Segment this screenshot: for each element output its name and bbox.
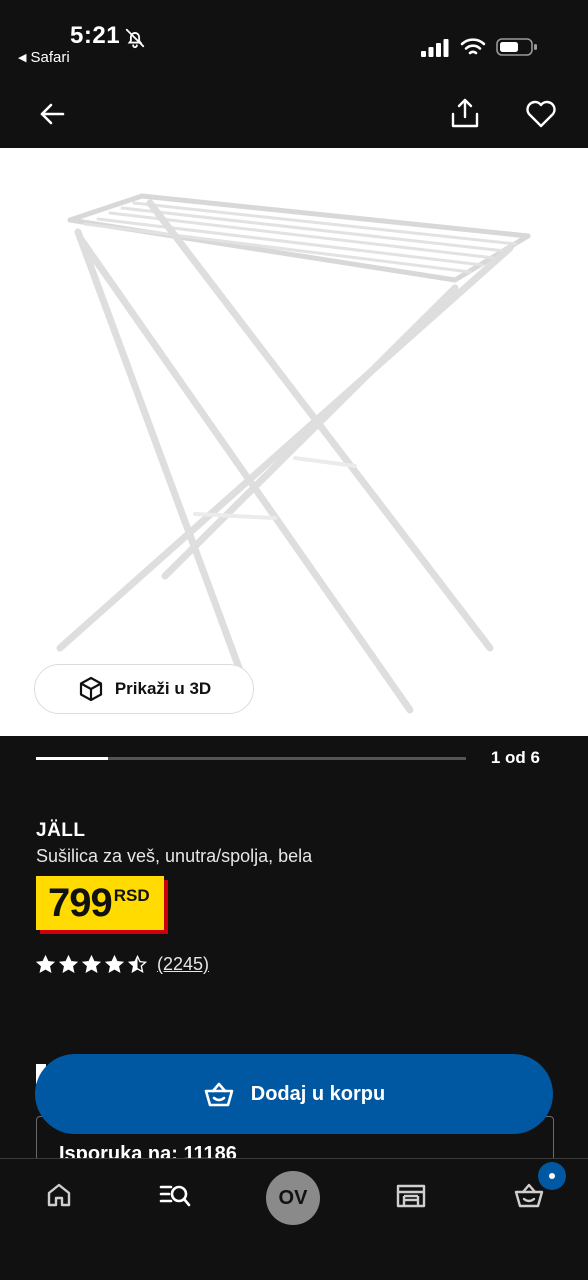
bottom-tab-bar: OV bbox=[0, 1158, 588, 1280]
star-icon bbox=[59, 955, 78, 973]
cube-icon bbox=[79, 676, 102, 702]
heart-icon[interactable] bbox=[524, 98, 558, 130]
price-value: 799 bbox=[48, 881, 113, 925]
product-name: JÄLL bbox=[36, 820, 86, 841]
battery-icon bbox=[496, 38, 537, 56]
price-tag: 799 RSD bbox=[36, 876, 164, 930]
product-description: Sušilica za veš, unutra/spolja, bela bbox=[36, 846, 313, 866]
star-icon bbox=[105, 955, 124, 973]
product-image[interactable]: Prikaži u 3D bbox=[0, 148, 588, 736]
tab-stores[interactable] bbox=[388, 1177, 434, 1213]
back-app-label: Safari bbox=[30, 49, 70, 66]
home-icon bbox=[47, 1183, 71, 1207]
view-3d-button[interactable]: Prikaži u 3D bbox=[34, 664, 254, 714]
bell-slash-icon bbox=[125, 28, 145, 49]
back-arrow-icon[interactable] bbox=[36, 98, 68, 130]
back-to-app[interactable]: ◀ Safari bbox=[18, 49, 70, 66]
page-indicator: 1 od 6 bbox=[490, 748, 540, 767]
basket-icon bbox=[204, 1082, 234, 1107]
add-to-cart-label: Dodaj u korpu bbox=[250, 1082, 386, 1105]
rating-count[interactable]: (2245) bbox=[157, 954, 209, 975]
rating-stars bbox=[36, 955, 147, 974]
rating[interactable]: (2245) bbox=[36, 954, 209, 975]
add-to-cart-button[interactable]: Dodaj u korpu bbox=[35, 1054, 553, 1134]
image-carousel-indicator: 1 od 6 bbox=[0, 736, 588, 786]
tab-search[interactable] bbox=[152, 1177, 198, 1213]
drying-rack-image bbox=[56, 193, 531, 714]
status-bar: 5:21 ◀ Safari bbox=[0, 0, 588, 78]
signal-icon bbox=[421, 39, 449, 57]
star-icon bbox=[36, 955, 55, 973]
search-list-icon bbox=[159, 1185, 191, 1207]
carousel-progress-fill bbox=[36, 757, 108, 760]
tab-profile[interactable]: OV bbox=[266, 1171, 320, 1225]
cart-badge bbox=[538, 1162, 566, 1190]
star-icon bbox=[128, 955, 147, 973]
cart-icon bbox=[514, 1183, 544, 1208]
profile-initials: OV bbox=[278, 1186, 308, 1209]
tab-home[interactable] bbox=[36, 1177, 82, 1213]
star-icon bbox=[82, 955, 101, 973]
view-3d-label: Prikaži u 3D bbox=[114, 679, 212, 698]
status-time: 5:21 bbox=[70, 22, 121, 49]
back-triangle-icon: ◀ bbox=[18, 52, 27, 64]
cart-badge-dot bbox=[549, 1173, 555, 1179]
price-currency: RSD bbox=[113, 886, 150, 905]
share-icon[interactable] bbox=[448, 96, 482, 130]
store-icon bbox=[396, 1184, 426, 1208]
wifi-icon bbox=[460, 38, 486, 55]
nav-bar bbox=[0, 78, 588, 148]
carousel-progress-track bbox=[36, 757, 466, 760]
